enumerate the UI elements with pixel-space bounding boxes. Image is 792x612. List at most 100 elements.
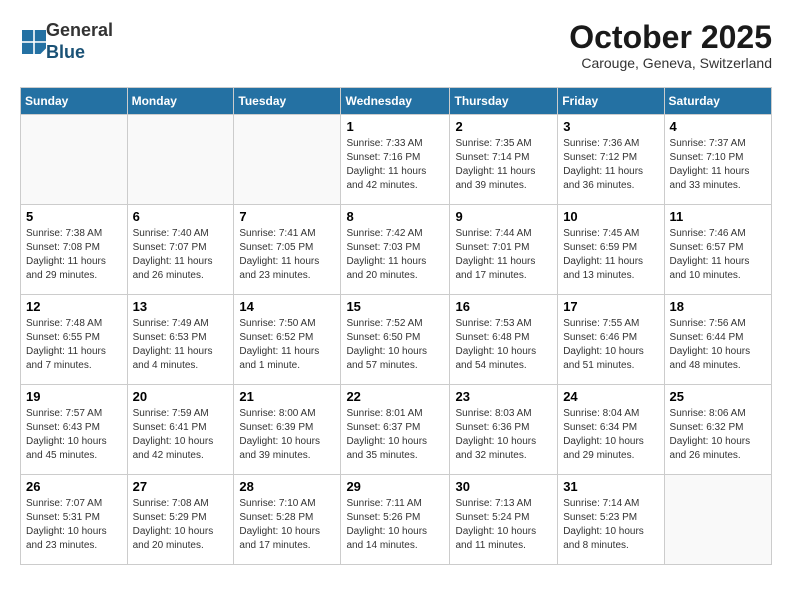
- calendar-cell: 14Sunrise: 7:50 AM Sunset: 6:52 PM Dayli…: [234, 295, 341, 385]
- calendar-cell: 11Sunrise: 7:46 AM Sunset: 6:57 PM Dayli…: [664, 205, 771, 295]
- calendar-cell: 17 Sunrise: 7:55 AM Sunset: 6:46 PM Dayli…: [558, 295, 664, 385]
- calendar-cell: 1 Sunrise: 7:33 AM Sunset: 7:16 PM Daylig…: [341, 115, 450, 205]
- day-info: Sunrise: 7:49 AM Sunset: 6:53 PM Dayligh…: [133, 317, 229, 373]
- calendar-cell: 29 Sunrise: 7:11 AM Sunset: 5:26 PM Dayli…: [341, 475, 450, 565]
- day-info: Sunrise: 7:38 AM Sunset: 7:08 PM Dayligh…: [26, 227, 122, 283]
- day-number: 29: [346, 479, 444, 494]
- day-info: Sunrise: 7:07 AM Sunset: 5:31 PM Dayligh…: [26, 497, 122, 553]
- calendar-cell: 30Sunrise: 7:13 AM Sunset: 5:24 PM Dayli…: [450, 475, 558, 565]
- day-number: 11: [670, 209, 766, 224]
- day-info: Sunrise: 7:37 AM Sunset: 7:10 PM Dayligh…: [670, 137, 766, 193]
- calendar-header-sunday: Sunday: [21, 88, 128, 115]
- calendar-cell: 6 Sunrise: 7:40 AM Sunset: 7:07 PM Daylig…: [127, 205, 234, 295]
- day-info: Sunrise: 7:36 AM Sunset: 7:12 PM Dayligh…: [563, 137, 658, 193]
- calendar-cell: 16 Sunrise: 7:53 AM Sunset: 6:48 PM Dayli…: [450, 295, 558, 385]
- calendar-cell: [664, 475, 771, 565]
- day-info: Sunrise: 7:11 AM Sunset: 5:26 PM Dayligh…: [346, 497, 444, 553]
- calendar-week-row: 12Sunrise: 7:48 AM Sunset: 6:55 PM Dayli…: [21, 295, 772, 385]
- day-number: 19: [26, 389, 122, 404]
- calendar-cell: 25 Sunrise: 8:06 AM Sunset: 6:32 PM Dayli…: [664, 385, 771, 475]
- day-number: 26: [26, 479, 122, 494]
- title-block: October 2025 Carouge, Geneva, Switzerlan…: [569, 20, 772, 71]
- day-number: 16: [455, 299, 552, 314]
- day-number: 9: [455, 209, 552, 224]
- calendar-cell: 9Sunrise: 7:44 AM Sunset: 7:01 PM Daylig…: [450, 205, 558, 295]
- day-number: 21: [239, 389, 335, 404]
- calendar-cell: 2Sunrise: 7:35 AM Sunset: 7:14 PM Daylig…: [450, 115, 558, 205]
- day-info: Sunrise: 8:01 AM Sunset: 6:37 PM Dayligh…: [346, 407, 444, 463]
- calendar-header-tuesday: Tuesday: [234, 88, 341, 115]
- calendar-cell: 5 Sunrise: 7:38 AM Sunset: 7:08 PM Daylig…: [21, 205, 128, 295]
- calendar-header-wednesday: Wednesday: [341, 88, 450, 115]
- day-number: 6: [133, 209, 229, 224]
- calendar-header-friday: Friday: [558, 88, 664, 115]
- calendar-header-monday: Monday: [127, 88, 234, 115]
- day-number: 22: [346, 389, 444, 404]
- calendar-cell: 15Sunrise: 7:52 AM Sunset: 6:50 PM Dayli…: [341, 295, 450, 385]
- day-info: Sunrise: 7:42 AM Sunset: 7:03 PM Dayligh…: [346, 227, 444, 283]
- day-info: Sunrise: 7:56 AM Sunset: 6:44 PM Dayligh…: [670, 317, 766, 373]
- day-number: 18: [670, 299, 766, 314]
- calendar-cell: 19 Sunrise: 7:57 AM Sunset: 6:43 PM Dayli…: [21, 385, 128, 475]
- day-number: 12: [26, 299, 122, 314]
- logo-icon: [22, 30, 46, 54]
- logo-blue: Blue: [46, 42, 85, 62]
- calendar-cell: 12Sunrise: 7:48 AM Sunset: 6:55 PM Dayli…: [21, 295, 128, 385]
- calendar-cell: 3 Sunrise: 7:36 AM Sunset: 7:12 PM Daylig…: [558, 115, 664, 205]
- calendar-cell: 26 Sunrise: 7:07 AM Sunset: 5:31 PM Dayli…: [21, 475, 128, 565]
- day-number: 13: [133, 299, 229, 314]
- calendar-cell: 13 Sunrise: 7:49 AM Sunset: 6:53 PM Dayli…: [127, 295, 234, 385]
- page-header: General Blue October 2025 Carouge, Genev…: [20, 20, 772, 71]
- day-number: 8: [346, 209, 444, 224]
- day-number: 3: [563, 119, 658, 134]
- day-info: Sunrise: 7:10 AM Sunset: 5:28 PM Dayligh…: [239, 497, 335, 553]
- day-info: Sunrise: 7:33 AM Sunset: 7:16 PM Dayligh…: [346, 137, 444, 193]
- day-info: Sunrise: 7:50 AM Sunset: 6:52 PM Dayligh…: [239, 317, 335, 373]
- calendar-week-row: 1 Sunrise: 7:33 AM Sunset: 7:16 PM Daylig…: [21, 115, 772, 205]
- calendar-cell: 22 Sunrise: 8:01 AM Sunset: 6:37 PM Dayli…: [341, 385, 450, 475]
- day-number: 5: [26, 209, 122, 224]
- day-info: Sunrise: 7:55 AM Sunset: 6:46 PM Dayligh…: [563, 317, 658, 373]
- logo: General Blue: [20, 20, 113, 63]
- day-info: Sunrise: 8:06 AM Sunset: 6:32 PM Dayligh…: [670, 407, 766, 463]
- day-info: Sunrise: 7:14 AM Sunset: 5:23 PM Dayligh…: [563, 497, 658, 553]
- calendar-cell: 21Sunrise: 8:00 AM Sunset: 6:39 PM Dayli…: [234, 385, 341, 475]
- day-info: Sunrise: 7:53 AM Sunset: 6:48 PM Dayligh…: [455, 317, 552, 373]
- day-number: 30: [455, 479, 552, 494]
- calendar-cell: [21, 115, 128, 205]
- day-info: Sunrise: 7:59 AM Sunset: 6:41 PM Dayligh…: [133, 407, 229, 463]
- subtitle: Carouge, Geneva, Switzerland: [569, 55, 772, 71]
- day-number: 7: [239, 209, 335, 224]
- calendar-cell: 4Sunrise: 7:37 AM Sunset: 7:10 PM Daylig…: [664, 115, 771, 205]
- calendar-cell: 27 Sunrise: 7:08 AM Sunset: 5:29 PM Dayli…: [127, 475, 234, 565]
- calendar-header-saturday: Saturday: [664, 88, 771, 115]
- day-number: 27: [133, 479, 229, 494]
- calendar-cell: 20 Sunrise: 7:59 AM Sunset: 6:41 PM Dayli…: [127, 385, 234, 475]
- logo-text: General Blue: [46, 20, 113, 63]
- calendar-table: SundayMondayTuesdayWednesdayThursdayFrid…: [20, 87, 772, 565]
- calendar-header-thursday: Thursday: [450, 88, 558, 115]
- day-info: Sunrise: 8:04 AM Sunset: 6:34 PM Dayligh…: [563, 407, 658, 463]
- day-number: 20: [133, 389, 229, 404]
- day-number: 10: [563, 209, 658, 224]
- calendar-cell: 7Sunrise: 7:41 AM Sunset: 7:05 PM Daylig…: [234, 205, 341, 295]
- calendar-cell: 18 Sunrise: 7:56 AM Sunset: 6:44 PM Dayli…: [664, 295, 771, 385]
- day-number: 2: [455, 119, 552, 134]
- day-number: 31: [563, 479, 658, 494]
- day-number: 17: [563, 299, 658, 314]
- calendar-cell: 28 Sunrise: 7:10 AM Sunset: 5:28 PM Dayli…: [234, 475, 341, 565]
- day-number: 1: [346, 119, 444, 134]
- day-info: Sunrise: 8:03 AM Sunset: 6:36 PM Dayligh…: [455, 407, 552, 463]
- calendar-week-row: 5 Sunrise: 7:38 AM Sunset: 7:08 PM Daylig…: [21, 205, 772, 295]
- calendar-cell: 31 Sunrise: 7:14 AM Sunset: 5:23 PM Dayli…: [558, 475, 664, 565]
- day-info: Sunrise: 7:08 AM Sunset: 5:29 PM Dayligh…: [133, 497, 229, 553]
- day-info: Sunrise: 7:45 AM Sunset: 6:59 PM Dayligh…: [563, 227, 658, 283]
- day-info: Sunrise: 7:40 AM Sunset: 7:07 PM Dayligh…: [133, 227, 229, 283]
- logo-general: General: [46, 20, 113, 40]
- day-number: 28: [239, 479, 335, 494]
- calendar-cell: 23Sunrise: 8:03 AM Sunset: 6:36 PM Dayli…: [450, 385, 558, 475]
- day-info: Sunrise: 7:57 AM Sunset: 6:43 PM Dayligh…: [26, 407, 122, 463]
- calendar-cell: 8 Sunrise: 7:42 AM Sunset: 7:03 PM Daylig…: [341, 205, 450, 295]
- day-number: 25: [670, 389, 766, 404]
- calendar-week-row: 19 Sunrise: 7:57 AM Sunset: 6:43 PM Dayli…: [21, 385, 772, 475]
